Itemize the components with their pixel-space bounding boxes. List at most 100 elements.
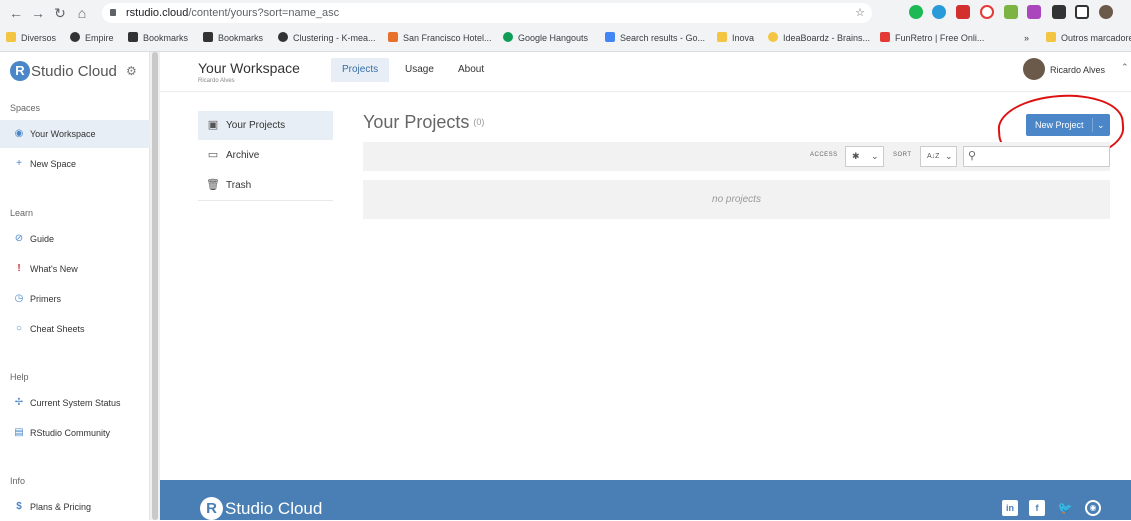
sidebar-item-primers[interactable]: ◷ Primers: [0, 285, 150, 313]
workspace-title: Your Workspace: [198, 60, 300, 76]
sidebar-item-guide[interactable]: ⊘ Guide: [0, 225, 150, 253]
back-icon[interactable]: ←: [6, 3, 26, 23]
star-icon: [203, 32, 213, 42]
bookmark-item[interactable]: San Francisco Hotel...: [388, 31, 492, 45]
stopwatch-icon: ◷: [14, 293, 24, 304]
funretro-icon: [880, 32, 890, 42]
bookmark-item[interactable]: IdeaBoardz - Brains...: [768, 31, 870, 45]
sort-label: SORT: [893, 152, 912, 158]
bookmark-item[interactable]: Bookmarks: [128, 31, 188, 45]
tab-usage[interactable]: Usage: [394, 58, 445, 82]
sidebar-item-label: Your Workspace: [30, 129, 96, 139]
profile-icon[interactable]: [1099, 5, 1113, 19]
reload-icon[interactable]: ↻: [50, 3, 70, 23]
forward-icon[interactable]: →: [28, 3, 48, 23]
archive-icon: ▭: [207, 149, 219, 161]
workspace-icon: ◉: [14, 128, 24, 139]
sidebar-item-whats-new[interactable]: ! What's New: [0, 255, 150, 283]
bookmark-item[interactable]: Bookmarks: [203, 31, 263, 45]
access-label: ACCESS: [810, 152, 838, 158]
facebook-icon[interactable]: f: [1029, 500, 1045, 516]
star-icon[interactable]: ☆: [850, 3, 870, 23]
access-value: ✱: [852, 151, 860, 161]
sidebar-item-plans-pricing[interactable]: $ Plans & Pricing: [0, 493, 150, 521]
bookmark-item[interactable]: Outros marcadores: [1046, 31, 1131, 45]
nav-archive[interactable]: ▭ Archive: [198, 141, 333, 170]
sidepanel-icon[interactable]: [1075, 5, 1089, 19]
workspace-header: Your Workspace Ricardo Alves Projects Us…: [160, 52, 1131, 92]
github-icon[interactable]: ◉: [1085, 500, 1101, 516]
user-name[interactable]: Ricardo Alves: [1050, 65, 1105, 75]
hotel-icon: [388, 32, 398, 42]
section-info: Info: [10, 476, 26, 486]
extension-icon[interactable]: [1004, 5, 1018, 19]
extension-icon[interactable]: [956, 5, 970, 19]
bookmark-item[interactable]: FunRetro | Free Onli...: [880, 31, 984, 45]
sidebar-item-your-workspace[interactable]: ◉ Your Workspace: [0, 120, 150, 148]
folder-icon: [717, 32, 727, 42]
projects-icon: ▣: [207, 119, 219, 131]
search-input[interactable]: ⚲: [963, 146, 1110, 167]
bookmarks-overflow[interactable]: »: [1024, 31, 1029, 45]
extension-icon[interactable]: [909, 5, 923, 19]
section-learn: Learn: [10, 208, 34, 218]
bookmark-item[interactable]: Inova: [717, 31, 754, 45]
project-count: (0): [473, 117, 485, 127]
sidebar-item-label: Primers: [30, 294, 61, 304]
bookmark-item[interactable]: Diversos: [6, 31, 56, 45]
chevron-up-icon[interactable]: ⌃: [1121, 62, 1129, 73]
sidebar-item-label: Current System Status: [30, 398, 121, 408]
compass-icon: ⊘: [14, 233, 24, 244]
tab-projects[interactable]: Projects: [331, 58, 390, 82]
puzzle-icon[interactable]: [1052, 5, 1066, 19]
sidebar-scrollbar[interactable]: [150, 52, 160, 520]
home-icon[interactable]: ⌂: [72, 3, 92, 23]
footer-logo[interactable]: R Studio Cloud: [200, 497, 322, 520]
hangouts-icon: [503, 32, 513, 42]
sidebar-item-rstudio-community[interactable]: ▤ RStudio Community: [0, 419, 150, 447]
url-text: rstudio.cloud/content/yours?sort=name_as…: [126, 7, 340, 19]
rstudio-cloud-logo[interactable]: R Studio Cloud: [10, 61, 117, 83]
workspace-owner: Ricardo Alves: [198, 78, 235, 84]
circle-icon: ○: [15, 323, 23, 334]
exclamation-icon: !: [17, 263, 21, 274]
lock-icon: [110, 9, 116, 16]
chevron-down-icon: ⌄: [871, 151, 879, 161]
bookmark-item[interactable]: Google Hangouts: [503, 31, 588, 45]
sort-select[interactable]: A↓Z ⌄: [920, 146, 957, 167]
empty-state: no projects: [363, 180, 1110, 219]
logo-mark: R: [10, 61, 30, 81]
nav-your-projects[interactable]: ▣ Your Projects: [198, 111, 333, 140]
search-icon: ⚲: [968, 150, 977, 162]
address-bar[interactable]: rstudio.cloud/content/yours?sort=name_as…: [102, 3, 872, 23]
folder-icon: [6, 32, 16, 42]
bulb-icon: [768, 32, 778, 42]
bookmark-item[interactable]: Clustering - K-mea...: [278, 31, 376, 45]
gear-icon[interactable]: ⚙: [126, 64, 137, 78]
plus-icon: +: [16, 158, 22, 169]
logo-text: Studio Cloud: [31, 62, 117, 80]
tab-about[interactable]: About: [447, 58, 495, 82]
extension-icon[interactable]: [980, 5, 994, 19]
sidebar-item-new-space[interactable]: + New Space: [0, 150, 150, 178]
nav-trash[interactable]: 🗑 Trash: [198, 171, 333, 200]
footer: R Studio Cloud in f 🐦 ◉: [160, 480, 1131, 520]
globe-icon: [70, 32, 80, 42]
sidebar-item-cheat-sheets[interactable]: ○ Cheat Sheets: [0, 315, 150, 343]
extension-icon[interactable]: [932, 5, 946, 19]
page-title-text: Your Projects: [363, 112, 470, 132]
section-help: Help: [10, 372, 29, 382]
access-select[interactable]: ✱ ⌄: [845, 146, 884, 167]
drive-icon: [605, 32, 615, 42]
logo-mark: R: [200, 497, 223, 520]
bookmark-item[interactable]: Search results - Go...: [605, 31, 705, 45]
twitter-icon[interactable]: 🐦: [1057, 500, 1073, 516]
linkedin-icon[interactable]: in: [1002, 500, 1018, 516]
scroll-thumb[interactable]: [152, 52, 158, 520]
chevron-down-icon: ⌄: [945, 151, 953, 161]
avatar[interactable]: [1023, 58, 1045, 80]
nav-label: Archive: [226, 150, 260, 161]
sidebar-item-system-status[interactable]: ✢ Current System Status: [0, 389, 150, 417]
bookmark-item[interactable]: Empire: [70, 31, 114, 45]
extension-icon[interactable]: [1027, 5, 1041, 19]
